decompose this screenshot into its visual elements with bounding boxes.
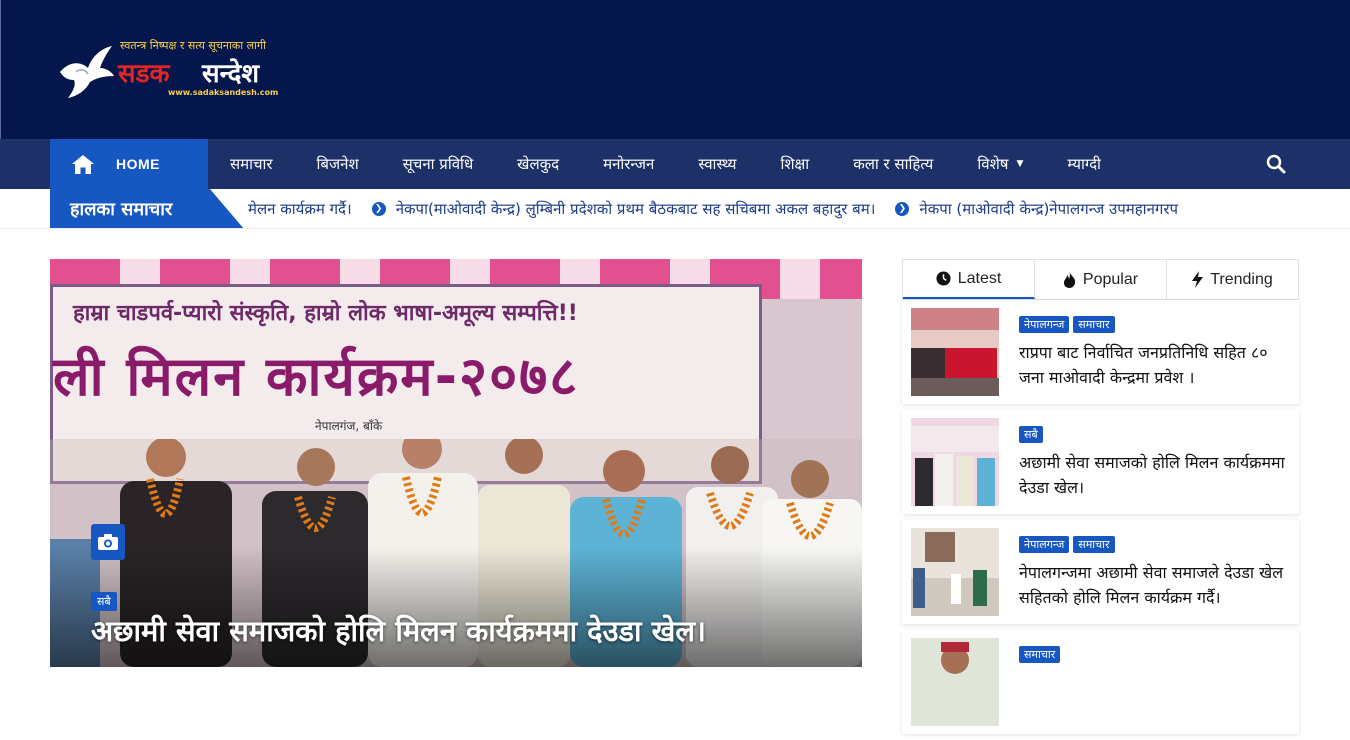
ticker-item[interactable]: ❯ नेकपा (माओवादी केन्द्र)नेपालगन्ज उपमहा… (895, 199, 1178, 219)
banner-line-3: नेपालगंज, बाँके (315, 419, 383, 433)
nav-item-health[interactable]: स्वास्थ्य (676, 139, 758, 189)
nav-item-special[interactable]: विशेष ▼ (955, 139, 1045, 189)
sidebar-tabs: Latest Popular Trending (902, 259, 1299, 300)
ticker-item-text: नेकपा(माओवादी केन्द्र) लुम्बिनी प्रदेशको… (395, 200, 876, 218)
news-thumbnail (911, 418, 999, 506)
search-icon[interactable] (1266, 154, 1286, 174)
ticker-track: मेलन कार्यक्रम गर्दै। ❯ नेकपा(माओवादी के… (248, 189, 1300, 228)
ticker-item[interactable]: ❯ नेकपा(माओवादी केन्द्र) लुम्बिनी प्रदेश… (371, 199, 876, 219)
tab-latest-label: Latest (957, 269, 1002, 287)
news-categories: नेपालगन्ज समाचार (1019, 536, 1115, 553)
dove-icon (60, 46, 114, 98)
banner-line-2: ली मिलन कार्यक्रम-२०७८ (53, 345, 580, 408)
nav-item-business[interactable]: बिजनेश (295, 139, 381, 189)
nav-item-samachar[interactable]: समाचार (208, 139, 295, 189)
tab-trending-label: Trending (1210, 270, 1273, 288)
news-categories: सबै (1019, 426, 1043, 443)
hero-title[interactable]: अछामी सेवा समाजको होलि मिलन कार्यक्रममा … (91, 611, 706, 650)
hero-category-badge[interactable]: सबै (91, 592, 117, 611)
tab-popular-label: Popular (1082, 270, 1139, 288)
chevron-right-icon: ❯ (895, 202, 910, 216)
logo-name-part1: सडक (118, 59, 170, 89)
category-badge[interactable]: सबै (1019, 426, 1043, 443)
list-item[interactable]: नेपालगन्ज समाचार राप्रपा बाट निर्वाचित ज… (902, 300, 1299, 404)
camera-icon (91, 524, 125, 560)
logo-url: www.sadaksandesh.com (168, 88, 279, 97)
tab-popular[interactable]: Popular (1035, 260, 1167, 299)
featured-story[interactable]: हाम्रा चाडपर्व-प्यारो संस्कृति, हाम्रो ल… (50, 259, 862, 667)
logo-tagline: स्वतन्त्र निष्पक्ष र सत्य सूचनाका लागी (120, 39, 266, 52)
list-item[interactable]: समाचार (902, 630, 1299, 734)
main-navbar: HOME समाचार बिजनेश सूचना प्रविधि खेलकुद … (0, 139, 1350, 189)
fire-icon (1063, 271, 1076, 288)
ticker-label: हालका समाचार (50, 189, 244, 228)
breaking-news-ticker: हालका समाचार मेलन कार्यक्रम गर्दै। ❯ नेक… (0, 189, 1350, 229)
news-headline[interactable]: अछामी सेवा समाजको होलि मिलन कार्यक्रममा … (1019, 450, 1287, 500)
list-item[interactable]: नेपालगन्ज समाचार नेपालगन्जमा अछामी सेवा … (902, 520, 1299, 624)
chevron-down-icon: ▼ (1016, 159, 1024, 169)
home-icon[interactable] (50, 154, 116, 174)
site-header: स्वतन्त्र निष्पक्ष र सत्य सूचनाका लागी स… (0, 0, 1350, 139)
news-thumbnail (911, 308, 999, 396)
chevron-right-icon: ❯ (371, 202, 386, 216)
news-headline[interactable]: नेपालगन्जमा अछामी सेवा समाजले देउडा खेल … (1019, 560, 1287, 610)
nav-item-sports[interactable]: खेलकुद (495, 139, 581, 189)
news-categories: समाचार (1019, 646, 1061, 663)
category-badge[interactable]: समाचार (1073, 316, 1115, 333)
clock-icon (936, 271, 951, 286)
category-badge[interactable]: समाचार (1073, 536, 1115, 553)
nav-home[interactable]: HOME (50, 139, 208, 189)
category-badge[interactable]: नेपालगन्ज (1019, 316, 1070, 333)
ticker-item-text: नेकपा (माओवादी केन्द्र)नेपालगन्ज उपमहानग… (919, 200, 1178, 218)
category-badge[interactable]: समाचार (1019, 646, 1061, 663)
nav-home-label: HOME (116, 156, 160, 172)
news-thumbnail (911, 638, 999, 726)
nav-item-art-literature[interactable]: कला र साहित्य (831, 139, 955, 189)
category-badge[interactable]: नेपालगन्ज (1019, 536, 1070, 553)
nav-item-technology[interactable]: सूचना प्रविधि (381, 139, 496, 189)
site-logo[interactable]: स्वतन्त्र निष्पक्ष र सत्य सूचनाका लागी स… (56, 38, 291, 102)
nav-item-entertainment[interactable]: मनोरन्जन (581, 139, 676, 189)
tab-trending[interactable]: Trending (1167, 260, 1298, 299)
news-headline[interactable]: राप्रपा बाट निर्वाचित जनप्रतिनिधि सहित ८… (1019, 340, 1287, 390)
banner-line-1: हाम्रा चाडपर्व-प्यारो संस्कृति, हाम्रो ल… (73, 301, 578, 326)
ticker-item-text: मेलन कार्यक्रम गर्दै। (248, 200, 352, 218)
logo-name-part2: सन्देश (202, 59, 260, 89)
tab-latest[interactable]: Latest (903, 260, 1035, 299)
nav-item-myagdi[interactable]: म्याग्दी (1045, 139, 1123, 189)
nav-item-special-label: विशेष (977, 155, 1009, 173)
news-categories: नेपालगन्ज समाचार (1019, 316, 1115, 333)
nav-item-education[interactable]: शिक्षा (758, 139, 831, 189)
latest-news-list: नेपालगन्ज समाचार राप्रपा बाट निर्वाचित ज… (902, 300, 1299, 740)
list-item[interactable]: सबै अछामी सेवा समाजको होलि मिलन कार्यक्र… (902, 410, 1299, 514)
bolt-icon (1192, 271, 1204, 288)
news-thumbnail (911, 528, 999, 616)
ticker-item[interactable]: मेलन कार्यक्रम गर्दै। (248, 199, 352, 219)
